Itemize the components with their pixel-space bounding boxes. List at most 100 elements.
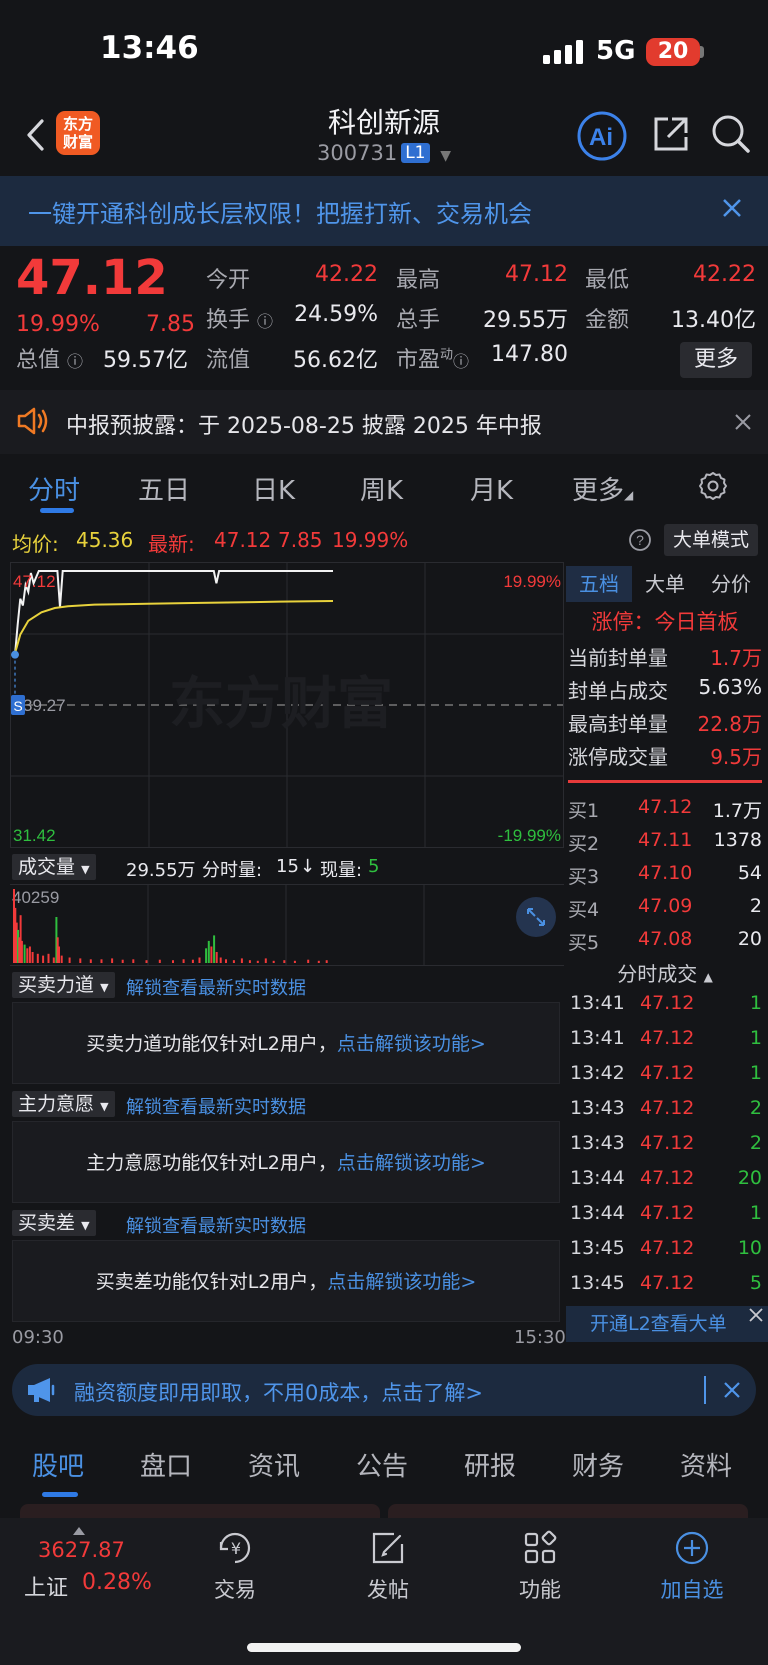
change-amount: 7.85 — [146, 312, 195, 337]
trade-icon: ¥ — [219, 1532, 251, 1564]
tab-intraday[interactable]: 分时 — [28, 470, 80, 507]
latest-label: 最新: — [148, 532, 195, 556]
financing-banner[interactable]: 融资额度即用即取，不用0成本，点击了解> — [12, 1364, 756, 1416]
limit-divider — [568, 780, 762, 783]
unlock-hint[interactable]: 解锁查看最新实时数据 — [126, 1212, 306, 1238]
tab-more[interactable]: 更多◢ — [572, 470, 633, 507]
bid-row: 买1 47.12 1.7万 — [568, 796, 762, 822]
info-icon[interactable]: ⓘ — [453, 352, 469, 371]
nav-functions[interactable]: 功能 — [480, 1528, 600, 1604]
close-icon[interactable] — [718, 194, 746, 222]
price-chart-svg: 东方财富 47.12 19.99% 39.27 31.42 -19.99% S — [11, 563, 563, 847]
tab-five-day[interactable]: 五日 — [138, 470, 190, 507]
open-point — [11, 650, 19, 659]
index-percent[interactable]: 0.28% — [82, 1570, 152, 1595]
network-label: 5G — [596, 36, 636, 66]
nav-post[interactable]: 发帖 — [328, 1528, 448, 1604]
open-l2-bar[interactable]: 开通L2查看大单 — [566, 1306, 768, 1342]
y-top-pct: 19.99% — [503, 572, 561, 591]
index-value[interactable]: 3627.87 — [38, 1538, 125, 1562]
nav-trade[interactable]: ¥ 交易 — [175, 1528, 295, 1604]
unlock-hint[interactable]: 解锁查看最新实时数据 — [126, 974, 306, 1000]
limit-row: 封单占成交 5.63% — [568, 675, 762, 703]
battery-tip — [700, 46, 704, 58]
sell-marker-label: S — [13, 698, 22, 714]
volume-bar — [215, 952, 218, 963]
nav-add-watchlist[interactable]: 加自选 — [632, 1528, 752, 1604]
tab-price-distribution[interactable]: 分价 — [698, 566, 764, 602]
volume-bar — [28, 946, 31, 963]
open-value: 42.22 — [315, 262, 378, 287]
buy-sell-diff-lock-panel[interactable]: 买卖差功能仅针对L2用户，点击解锁该功能> — [12, 1240, 560, 1322]
info-icon[interactable]: ⓘ — [257, 312, 273, 331]
unlock-link[interactable]: 点击解锁该功能> — [327, 1271, 476, 1293]
tick-row: 13:43 47.12 2 — [570, 1132, 762, 1154]
tab-announcements[interactable]: 公告 — [356, 1446, 408, 1483]
float-cap-value: 56.62亿 — [293, 348, 378, 373]
average-line — [14, 600, 334, 654]
tab-forum[interactable]: 股吧 — [32, 1446, 84, 1483]
report-notice[interactable]: 中报预披露：于 2025-08-25 披露 2025 年中报 — [0, 390, 768, 454]
function-icon — [524, 1530, 557, 1564]
tab-research[interactable]: 研报 — [464, 1446, 516, 1483]
tab-profile[interactable]: 资料 — [680, 1446, 732, 1483]
avg-value: 45.36 — [76, 528, 134, 552]
main-force-lock-panel[interactable]: 主力意愿功能仅针对L2用户，点击解锁该功能> — [12, 1121, 560, 1203]
volume-bar — [111, 958, 114, 963]
signal-icon — [543, 40, 583, 64]
gear-icon[interactable] — [697, 470, 729, 502]
buy-sell-diff-select[interactable]: 买卖差 ▼ — [12, 1210, 96, 1236]
buy-sell-force-select[interactable]: 买卖力道 ▼ — [12, 972, 115, 998]
tab-five-levels[interactable]: 五档 — [566, 566, 632, 602]
volume-bar — [68, 957, 71, 963]
tab-handicap[interactable]: 盘口 — [140, 1446, 192, 1483]
card-peek — [20, 1504, 380, 1518]
ai-icon[interactable]: Ai — [577, 111, 627, 161]
pe-label: 市盈动ⓘ — [396, 347, 470, 373]
tab-news[interactable]: 资讯 — [248, 1446, 300, 1483]
volume-bar — [198, 957, 201, 963]
chevron-down-icon: ▼ — [440, 148, 451, 164]
unlock-link[interactable]: 点击解锁该功能> — [337, 1033, 486, 1055]
share-icon[interactable] — [650, 113, 692, 155]
latest-change: 7.85 — [278, 528, 323, 552]
main-force-header: 主力意愿 ▼ 解锁查看最新实时数据 — [12, 1089, 564, 1119]
index-name[interactable]: 上证 — [24, 1570, 68, 1602]
search-icon[interactable] — [710, 113, 752, 155]
close-icon[interactable] — [733, 412, 753, 432]
unlock-hint[interactable]: 解锁查看最新实时数据 — [126, 1093, 306, 1119]
tab-weekly-k[interactable]: 周K — [360, 470, 403, 507]
help-icon[interactable]: ? — [628, 528, 652, 552]
volume-chart[interactable]: 40259 — [10, 884, 564, 966]
tab-big-orders[interactable]: 大单 — [632, 566, 698, 602]
volume-bar — [256, 960, 259, 963]
tab-finance[interactable]: 财务 — [572, 1446, 624, 1483]
unlock-link[interactable]: 点击解锁该功能> — [337, 1152, 486, 1174]
bid-row: 买5 47.08 20 — [568, 928, 762, 954]
more-button[interactable]: 更多 — [680, 342, 752, 378]
expand-icon[interactable] — [516, 897, 556, 937]
intraday-chart[interactable]: 东方财富 47.12 19.99% 39.27 31.42 -19.99% S — [10, 562, 564, 848]
volume-bar — [42, 955, 45, 963]
tab-daily-k[interactable]: 日K — [252, 470, 295, 507]
volume-bar — [145, 960, 148, 963]
tick-row: 13:43 47.12 2 — [570, 1097, 762, 1119]
volume-indicator-select[interactable]: 成交量 ▼ — [12, 854, 96, 880]
buy-sell-force-lock-panel[interactable]: 买卖力道功能仅针对L2用户，点击解锁该功能> — [12, 1002, 560, 1084]
close-icon[interactable] — [748, 1307, 764, 1323]
volume-bar — [52, 957, 55, 963]
low-value: 42.22 — [693, 262, 756, 287]
big-order-mode-button[interactable]: 大单模式 — [664, 524, 758, 556]
limit-up-title: 涨停：今日首板 — [591, 610, 739, 634]
add-watchlist-icon — [675, 1531, 709, 1565]
tab-monthly-k[interactable]: 月K — [470, 470, 513, 507]
latest-value: 47.12 — [214, 528, 272, 552]
buy-sell-force-header: 买卖力道 ▼ 解锁查看最新实时数据 — [12, 970, 564, 1000]
volume-bar — [158, 959, 161, 963]
promo-banner[interactable]: 一键开通科创成长层权限！把握打新、交易机会 — [0, 176, 768, 246]
main-force-select[interactable]: 主力意愿 ▼ — [12, 1091, 115, 1117]
info-icon[interactable]: ⓘ — [67, 352, 83, 371]
tick-trades-title[interactable]: 分时成交 ▲ — [566, 958, 764, 987]
close-icon[interactable] — [722, 1380, 742, 1400]
lock-message: 主力意愿功能仅针对L2用户， — [86, 1152, 337, 1174]
